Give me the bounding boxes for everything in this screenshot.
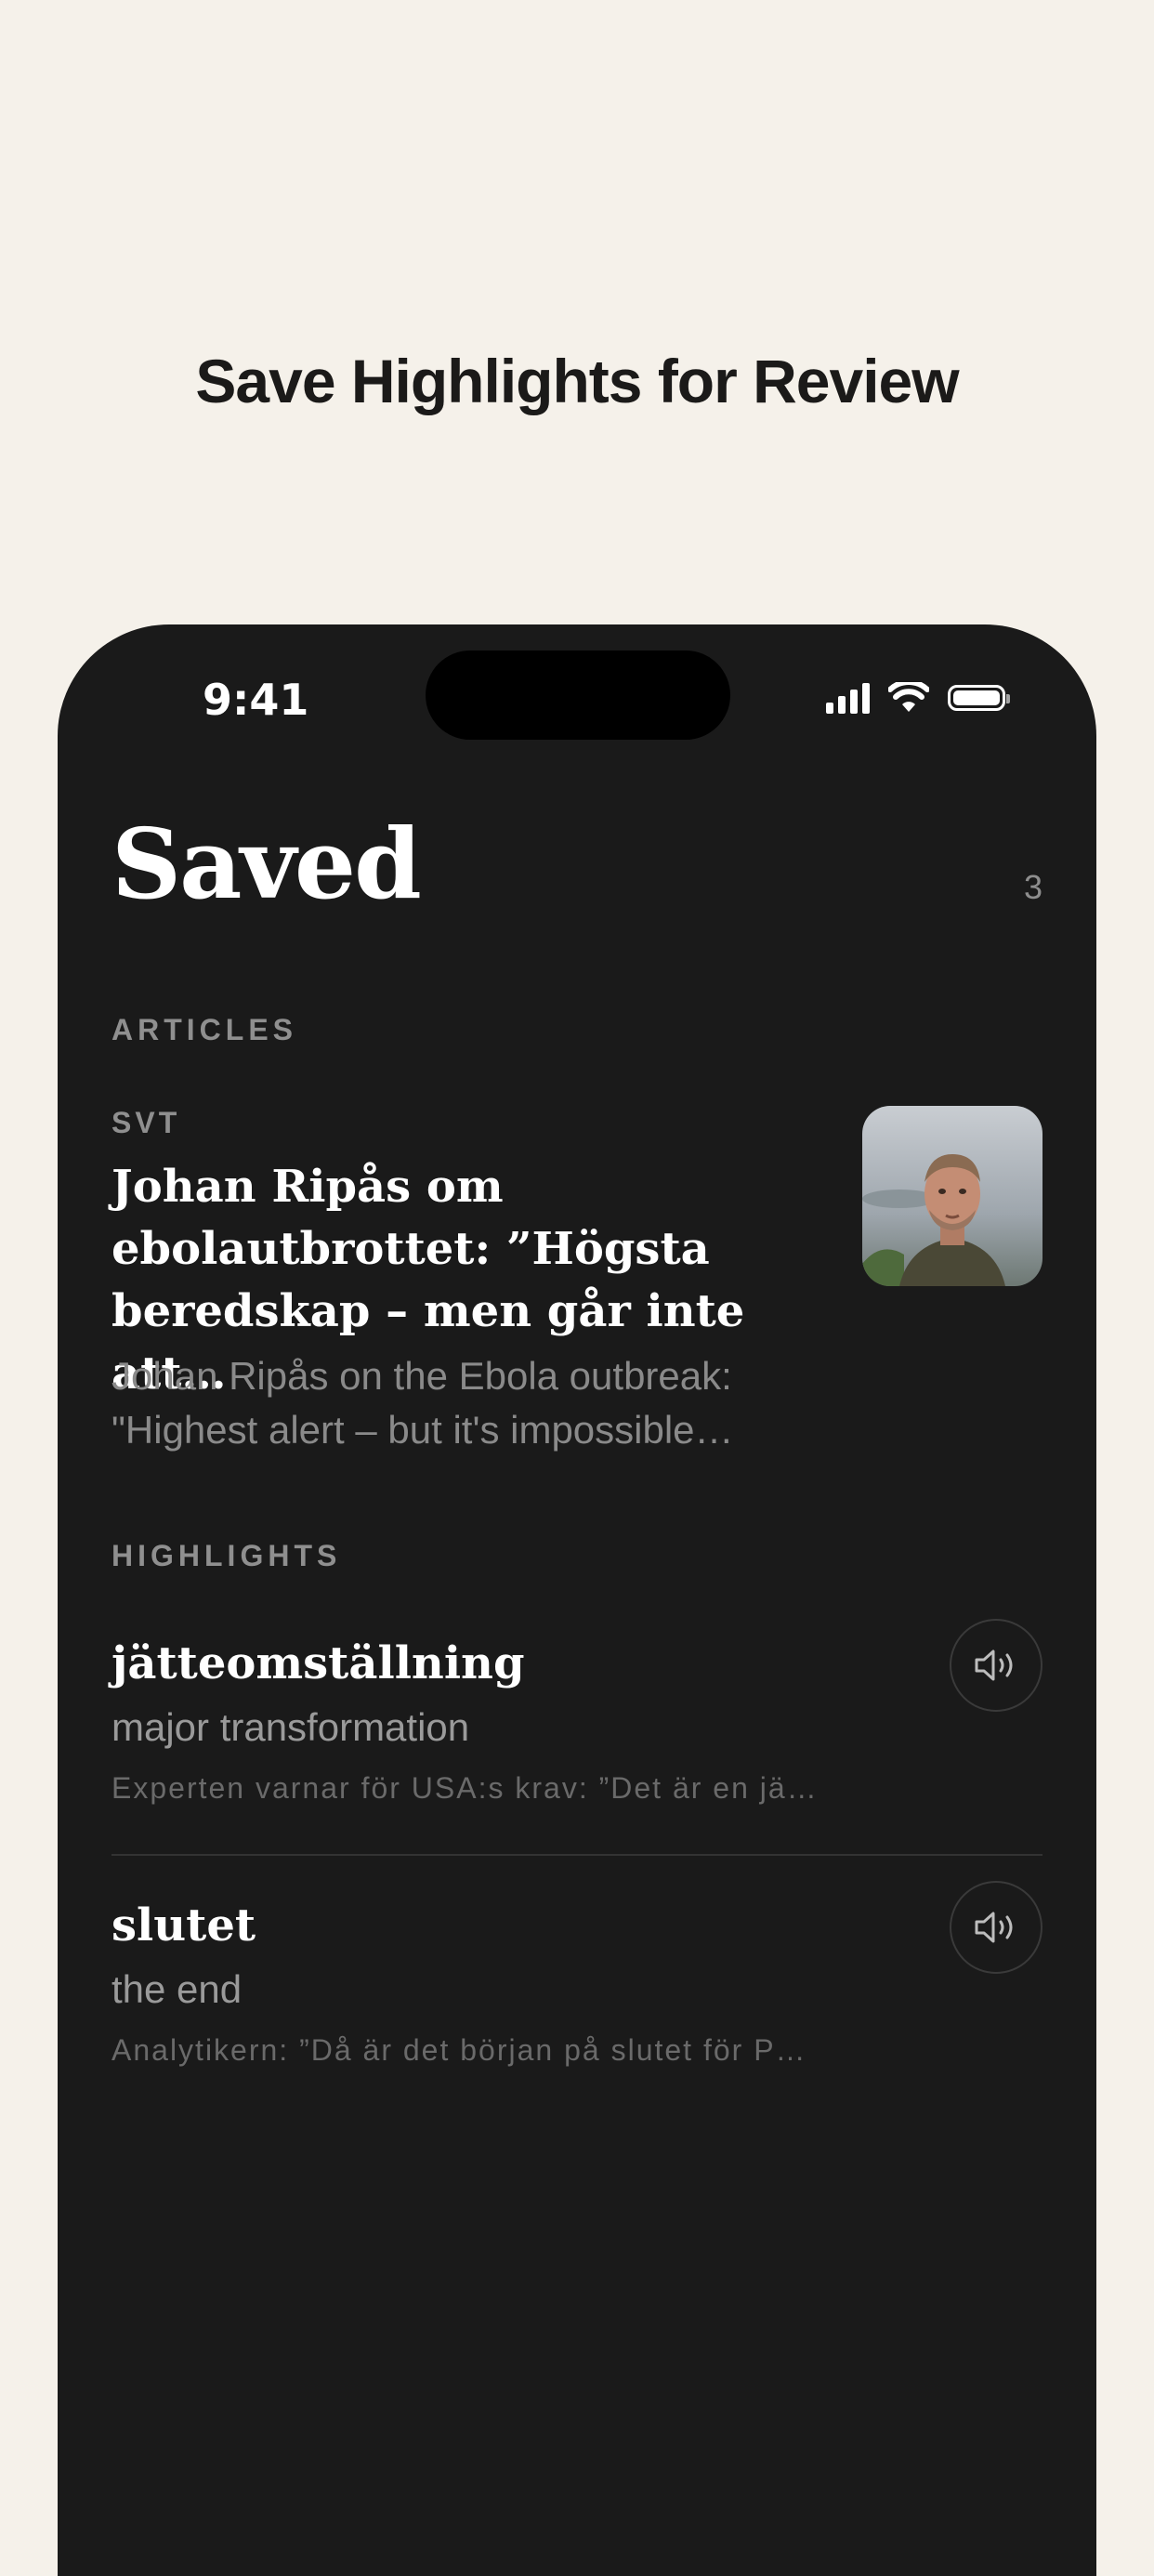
article-translation: Johan Ripås on the Ebola outbreak: "High… [111,1354,734,1452]
highlight-word: slutet [111,1899,256,1952]
phone-screen: 9:41 Saved 3 ARTICLES SVT Johan Ripås om… [58,624,1096,2576]
divider [111,1854,1043,1856]
dynamic-island [426,651,730,740]
page-title: Saved [111,807,422,921]
highlights-section-label: HIGHLIGHTS [111,1539,342,1572]
play-audio-button[interactable] [950,1881,1043,1974]
battery-icon [948,685,1010,711]
status-icons [826,682,1010,714]
promo-headline: Save Highlights for Review [195,347,959,415]
cellular-signal-icon [826,682,870,714]
articles-section-label: ARTICLES [111,1013,297,1046]
highlight-translation: major transformation [111,1705,470,1749]
highlight-translation: the end [111,1967,243,2011]
article-source: SVT [111,1106,181,1139]
highlight-word: jätteomställning [111,1637,525,1689]
highlight-item[interactable]: slutet the end Analytikern: ”Då är det b… [111,1881,1043,2069]
speaker-icon [975,1649,1013,1681]
saved-count: 3 [1023,868,1043,906]
play-audio-button[interactable] [950,1619,1043,1712]
wifi-icon [888,682,929,712]
speaker-icon [975,1912,1013,1943]
highlight-context: Analytikern: ”Då är det början på slutet… [111,2033,807,2067]
status-time: 9:41 [203,675,309,725]
article-thumbnail [862,1106,1043,1286]
highlight-context: Experten varnar för USA:s krav: ”Det är … [111,1771,819,1805]
highlight-item[interactable]: jätteomställning major transformation Ex… [111,1619,1043,1807]
